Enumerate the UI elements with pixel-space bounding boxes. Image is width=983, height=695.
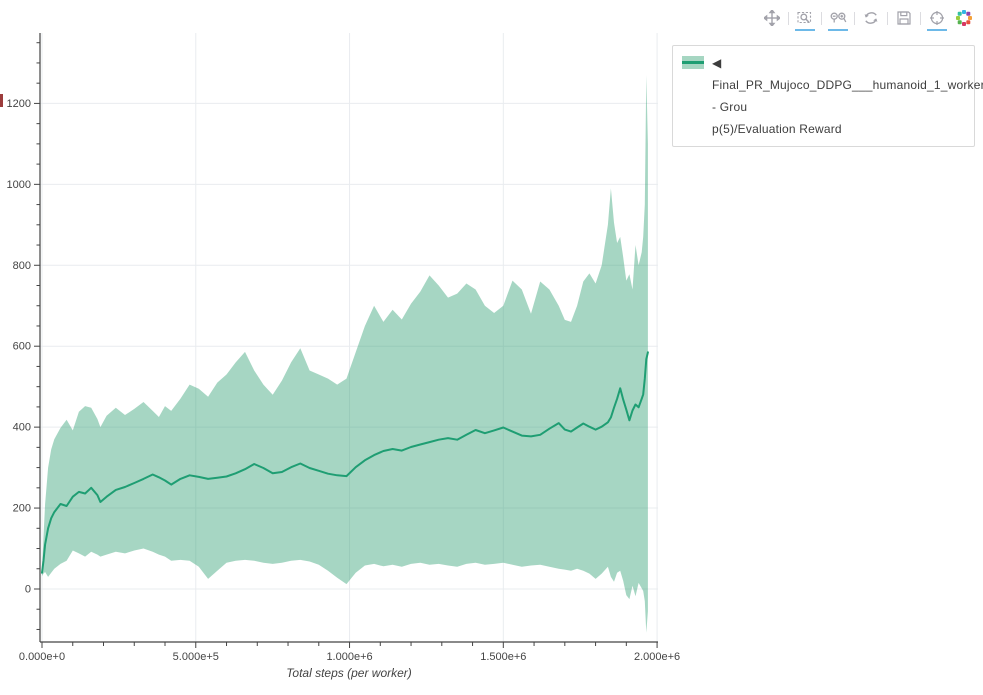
spikelines-icon bbox=[929, 10, 945, 26]
y-tick-label: 200 bbox=[13, 503, 31, 515]
x-tick-label: 1.500e+6 bbox=[480, 651, 526, 663]
legend[interactable]: ◀ Final_PR_Mujoco_DDPG___humanoid_1_work… bbox=[672, 45, 975, 147]
legend-item-label[interactable]: ◀ Final_PR_Mujoco_DDPG___humanoid_1_work… bbox=[712, 52, 983, 140]
legend-swatch bbox=[682, 56, 704, 69]
reset-axes-icon bbox=[863, 10, 879, 26]
plotly-modebar bbox=[761, 7, 975, 29]
box-zoom-button[interactable] bbox=[794, 7, 816, 29]
y-tick-label: 1200 bbox=[7, 98, 31, 110]
y-tick-label: 600 bbox=[13, 341, 31, 353]
y-tick-label: 800 bbox=[13, 260, 31, 272]
modebar-separator bbox=[920, 12, 921, 25]
modebar-separator bbox=[854, 12, 855, 25]
y-tick-label: 1000 bbox=[7, 179, 31, 191]
app-window: 0.000e+0 5.000e+5 1.000e+6 1.500e+6 2.000e+6… bbox=[0, 0, 983, 695]
evaluation-reward-chart[interactable]: 0.000e+0 5.000e+5 1.000e+6 1.500e+6 2.000e+6… bbox=[0, 0, 700, 695]
legend-swatch-line-icon bbox=[682, 61, 704, 64]
x-tick-label: 1.000e+6 bbox=[326, 651, 372, 663]
modebar-separator bbox=[788, 12, 789, 25]
x-tick-label: 5.000e+5 bbox=[173, 651, 219, 663]
save-icon bbox=[896, 10, 912, 26]
modebar-separator bbox=[821, 12, 822, 25]
modebar-separator bbox=[887, 12, 888, 25]
box-zoom-icon bbox=[797, 10, 813, 26]
plotly-logo-icon bbox=[955, 9, 973, 27]
zoom-in-out-icon bbox=[830, 10, 847, 26]
y-axis-title-clipped bbox=[0, 94, 3, 107]
zoom-in-out-button[interactable] bbox=[827, 7, 849, 29]
plotly-logo-button[interactable] bbox=[953, 7, 975, 29]
spikelines-button[interactable] bbox=[926, 7, 948, 29]
y-tick-label: 0 bbox=[25, 583, 31, 595]
x-tick-label: 2.000e+6 bbox=[634, 651, 680, 663]
pan-button[interactable] bbox=[761, 7, 783, 29]
legend-label-line-2: p(5)/Evaluation Reward bbox=[712, 118, 983, 140]
legend-label-line-1: ◀ Final_PR_Mujoco_DDPG___humanoid_1_work… bbox=[712, 52, 983, 118]
reset-axes-button[interactable] bbox=[860, 7, 882, 29]
save-button[interactable] bbox=[893, 7, 915, 29]
pan-icon bbox=[764, 10, 780, 26]
x-tick-label: 0.000e+0 bbox=[19, 651, 65, 663]
x-axis-title: Total steps (per worker) bbox=[286, 666, 412, 680]
confidence-band bbox=[42, 75, 648, 633]
y-tick-label: 400 bbox=[13, 422, 31, 434]
